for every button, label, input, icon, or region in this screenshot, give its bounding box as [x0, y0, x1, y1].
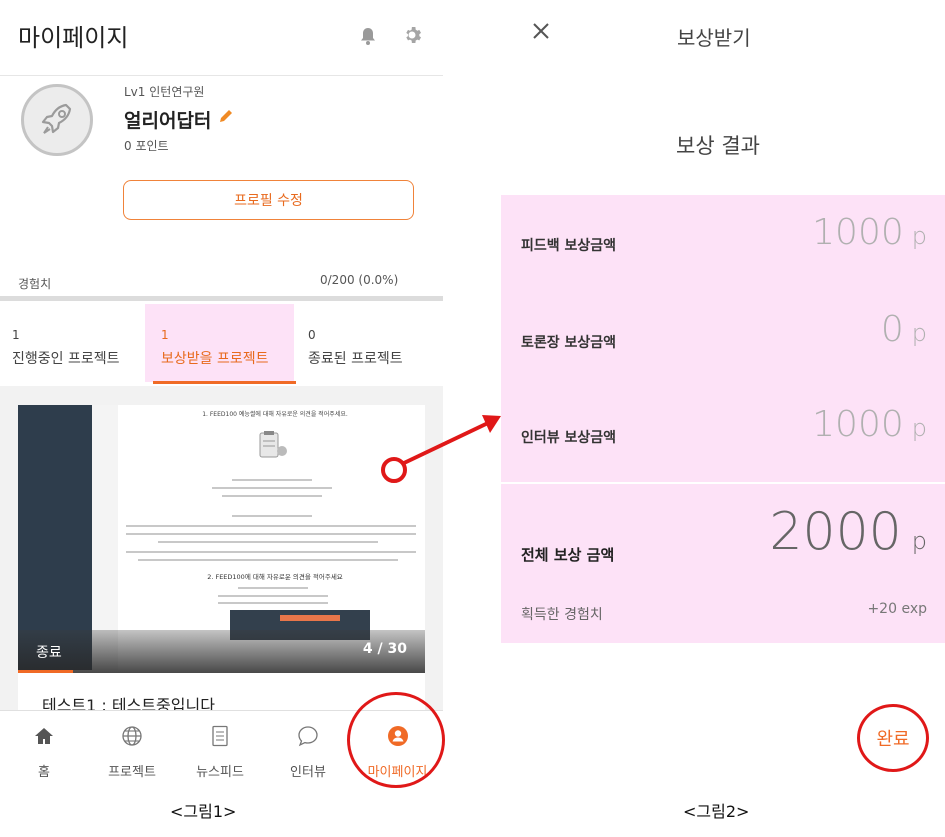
- reward-unit: p: [911, 414, 927, 442]
- figure-caption: <그림2>: [683, 802, 750, 821]
- chat-bubble-icon: [264, 725, 352, 752]
- nav-home[interactable]: 홈: [0, 711, 88, 791]
- nickname: 얼리어답터: [124, 110, 212, 132]
- card-page-counter: 4 / 30: [362, 641, 407, 657]
- doc-line: [238, 587, 308, 589]
- user-level: Lv1 인턴연구원: [124, 85, 205, 99]
- bell-icon[interactable]: [358, 26, 378, 46]
- reward-screen: 보상받기 보상 결과 피드백 보상금액 1000 p 토론장 보상금액 0p 인터…: [501, 0, 945, 790]
- tab-count: 1: [161, 328, 169, 342]
- active-tab-indicator: [153, 381, 296, 384]
- doc-line: [232, 515, 312, 517]
- nav-label: 뉴스피드: [196, 765, 244, 780]
- pencil-icon[interactable]: [218, 108, 234, 128]
- doc-line: [126, 533, 416, 535]
- tab-label: 보상받을 프로젝트: [161, 351, 269, 367]
- exp-amount: +20: [867, 601, 897, 617]
- header-divider: [0, 75, 443, 76]
- feedback-reward-label: 피드백 보상금액: [521, 238, 617, 254]
- exp-value: 0/200 (0.0%): [320, 273, 399, 287]
- annotation-circle: [347, 692, 445, 788]
- nav-projects[interactable]: 프로젝트: [88, 711, 176, 791]
- doc-screenshot-bar: [280, 615, 340, 621]
- interview-reward-label: 인터뷰 보상금액: [521, 430, 617, 446]
- card-status: 종료: [36, 645, 62, 661]
- summary-divider: [501, 482, 945, 484]
- tab-count: 1: [12, 328, 20, 342]
- figure-caption: <그림1>: [170, 802, 237, 821]
- exp-label: 경험치: [18, 277, 52, 291]
- exp-progress-bar: [0, 296, 443, 301]
- avatar[interactable]: [21, 84, 93, 156]
- exp-unit: exp: [901, 601, 927, 617]
- nav-label: 인터뷰: [290, 765, 326, 780]
- tab-completed[interactable]: 0 종료된 프로젝트: [296, 304, 443, 382]
- tab-count: 0: [308, 328, 316, 342]
- reward-unit: p: [911, 319, 927, 347]
- gear-icon[interactable]: [402, 25, 422, 45]
- doc-line: [126, 525, 416, 527]
- feedback-reward-value: 1000 p: [812, 212, 927, 253]
- page-title: 마이페이지: [18, 24, 129, 52]
- globe-icon: [88, 725, 176, 752]
- mypage-screen: 마이페이지 Lv1 인턴연구원 얼리어답터 0 포인트 프로필 수정 경험치 0…: [0, 0, 443, 790]
- nav-label: 홈: [38, 765, 50, 780]
- doc-line: [126, 551, 416, 553]
- home-icon: [0, 725, 88, 752]
- doc-line: [222, 495, 322, 497]
- reward-amount: 0: [880, 309, 904, 350]
- rocket-icon: [41, 103, 72, 134]
- doc-line: [232, 479, 312, 481]
- gained-exp-label: 획득한 경험치: [521, 607, 603, 623]
- total-amount: 2000: [769, 502, 902, 562]
- tab-reward-pending[interactable]: 1 보상받을 프로젝트: [145, 304, 294, 382]
- page-title: 보상받기: [677, 26, 751, 50]
- reward-unit: p: [911, 222, 927, 250]
- points-text: 0 포인트: [124, 139, 169, 153]
- doc-line: [218, 595, 328, 597]
- doc-line: [138, 559, 398, 561]
- reward-amount: 1000: [812, 212, 904, 253]
- total-reward-label: 전체 보상 금액: [521, 546, 615, 564]
- total-unit: p: [911, 527, 927, 555]
- doc-section: 2. FEED100에 대해 자유로운 의견을 적어주세요: [207, 573, 343, 581]
- discussion-reward-value: 0p: [881, 309, 927, 350]
- result-heading: 보상 결과: [676, 134, 760, 158]
- discussion-reward-label: 토론장 보상금액: [521, 335, 617, 351]
- card-progress: [18, 670, 73, 673]
- reward-amount: 1000: [812, 404, 904, 445]
- clipboard-illustration: [252, 429, 292, 461]
- edit-profile-button[interactable]: 프로필 수정: [123, 180, 414, 220]
- tab-in-progress[interactable]: 1 진행중인 프로젝트: [0, 304, 143, 382]
- gained-exp-value: +20 exp: [867, 601, 927, 617]
- doc-line: [158, 541, 378, 543]
- tab-label: 진행중인 프로젝트: [12, 351, 120, 367]
- nav-newsfeed[interactable]: 뉴스피드: [176, 711, 264, 791]
- interview-reward-value: 1000 p: [812, 404, 927, 445]
- total-reward-value: 2000 p: [769, 502, 927, 562]
- nav-interview[interactable]: 인터뷰: [264, 711, 352, 791]
- tab-label: 종료된 프로젝트: [308, 351, 403, 367]
- nav-label: 프로젝트: [108, 765, 156, 780]
- document-icon: [176, 725, 264, 752]
- close-icon[interactable]: [531, 18, 551, 48]
- project-card[interactable]: 1. FEED100 예능썰에 대해 자유로운 의견을 적어주세요. 2. FE…: [18, 405, 425, 710]
- doc-line: [212, 487, 332, 489]
- annotation-arrow: [381, 415, 501, 483]
- done-button[interactable]: 완료: [857, 704, 929, 772]
- doc-line: [218, 602, 328, 604]
- card-title: 테스트1 : 테스트중입니다: [42, 696, 215, 710]
